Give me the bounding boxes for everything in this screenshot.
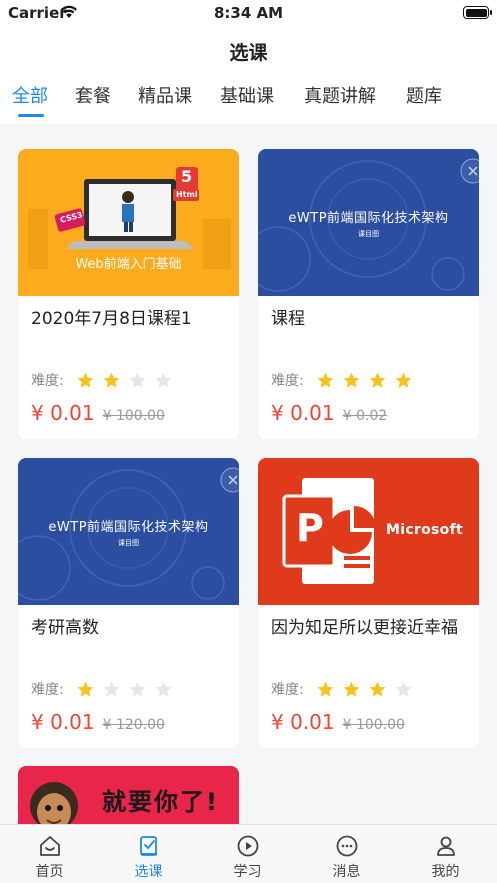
thumbnail-caption: Web前端入门基础 bbox=[75, 257, 182, 272]
star-empty-icon bbox=[155, 372, 172, 388]
course-thumbnail: eWTP前端国际化技术架构 课目图 bbox=[258, 149, 479, 296]
course-card[interactable]: 5 Html CSS3 Web前端入门基础 2020年7月8日课程1 难度: ¥… bbox=[18, 149, 239, 439]
course-price: ¥ 0.01 bbox=[271, 710, 335, 734]
course-original-price: ¥ 100.00 bbox=[102, 408, 165, 424]
thumbnail-caption: 就要你了! bbox=[102, 788, 219, 816]
course-price: ¥ 0.01 bbox=[31, 401, 95, 425]
difficulty-label: 难度: bbox=[31, 373, 64, 389]
course-thumbnail: eWTP前端国际化技术架构 课目图 bbox=[18, 458, 239, 605]
price-row: ¥ 0.01 ¥ 0.02 bbox=[271, 401, 387, 425]
price-row: ¥ 0.01 ¥ 100.00 bbox=[271, 710, 405, 734]
tab-premium[interactable]: 精品课 bbox=[138, 82, 192, 108]
star-filled-icon bbox=[103, 372, 120, 388]
star-filled-icon bbox=[369, 681, 386, 697]
html-badge-label: Html bbox=[176, 190, 198, 199]
course-grid: 5 Html CSS3 Web前端入门基础 2020年7月8日课程1 难度: ¥… bbox=[0, 124, 497, 824]
tab-active-indicator bbox=[18, 114, 44, 117]
user-icon bbox=[436, 836, 455, 856]
difficulty-label: 难度: bbox=[271, 373, 304, 389]
star-filled-icon bbox=[395, 372, 412, 388]
chat-bubble-icon bbox=[336, 835, 357, 857]
nav-messages[interactable]: 消息 bbox=[297, 825, 396, 883]
course-original-price: ¥ 0.02 bbox=[342, 408, 388, 424]
page-title: 选课 bbox=[229, 42, 268, 64]
tab-question-bank[interactable]: 题库 bbox=[406, 82, 442, 108]
course-title: 考研高数 bbox=[31, 618, 99, 638]
nav-profile[interactable]: 我的 bbox=[396, 825, 495, 883]
star-filled-icon bbox=[317, 681, 334, 697]
home-smile-icon bbox=[39, 836, 60, 856]
course-card[interactable]: eWTP前端国际化技术架构 课目图 课程 难度: ¥ 0.01 ¥ 0.02 bbox=[258, 149, 479, 439]
course-price: ¥ 0.01 bbox=[271, 401, 335, 425]
star-filled-icon bbox=[343, 372, 360, 388]
thumbnail-caption: eWTP前端国际化技术架构 bbox=[48, 520, 209, 535]
star-filled-icon bbox=[369, 372, 386, 388]
nav-home-label: 首页 bbox=[35, 864, 64, 880]
difficulty-rating: 难度: bbox=[271, 369, 420, 391]
course-thumbnail: 5 Html CSS3 Web前端入门基础 bbox=[18, 149, 239, 296]
thumbnail-caption: Microsoft bbox=[386, 522, 463, 538]
thumbnail-subcaption: 课目图 bbox=[358, 230, 379, 238]
star-filled-icon bbox=[317, 372, 334, 388]
difficulty-rating: 难度: bbox=[31, 369, 180, 391]
nav-home[interactable]: 首页 bbox=[0, 825, 99, 883]
category-tabs: 全部 套餐 精品课 基础课 真题讲解 题库 bbox=[0, 76, 497, 124]
difficulty-label: 难度: bbox=[31, 682, 64, 698]
status-time: 8:34 AM bbox=[213, 4, 284, 22]
star-filled-icon bbox=[77, 372, 94, 388]
html5-badge: 5 bbox=[181, 167, 193, 186]
course-select-icon bbox=[139, 836, 157, 856]
course-price: ¥ 0.01 bbox=[31, 710, 95, 734]
course-card[interactable]: eWTP前端国际化技术架构 课目图 考研高数 难度: ¥ 0.01 ¥ 120.… bbox=[18, 458, 239, 748]
course-card[interactable]: 就要你了! bbox=[18, 766, 239, 824]
battery-icon bbox=[463, 6, 492, 19]
star-empty-icon bbox=[395, 681, 412, 697]
star-empty-icon bbox=[129, 681, 146, 697]
course-card[interactable]: P Microsoft 因为知足所以更接近幸福 难度: ¥ 0.01 ¥ 100… bbox=[258, 458, 479, 748]
course-original-price: ¥ 100.00 bbox=[342, 717, 405, 733]
nav-study-label: 学习 bbox=[233, 864, 262, 880]
difficulty-rating: 难度: bbox=[31, 678, 180, 700]
tab-package[interactable]: 套餐 bbox=[75, 82, 111, 108]
nav-messages-label: 消息 bbox=[332, 864, 361, 880]
nav-study[interactable]: 学习 bbox=[198, 825, 297, 883]
thumbnail-subcaption: 课目图 bbox=[118, 539, 139, 547]
tab-all[interactable]: 全部 bbox=[12, 82, 48, 108]
star-filled-icon bbox=[77, 681, 94, 697]
nav-profile-label: 我的 bbox=[431, 864, 460, 880]
nav-courses-label: 选课 bbox=[134, 864, 163, 880]
status-bar: Carrier 8:34 AM bbox=[0, 0, 497, 26]
navigation-bar: 选课 bbox=[0, 26, 497, 76]
laptop-illustration bbox=[28, 167, 231, 269]
powerpoint-letter: P bbox=[296, 506, 324, 550]
thumbnail-caption: eWTP前端国际化技术架构 bbox=[288, 211, 449, 226]
price-row: ¥ 0.01 ¥ 100.00 bbox=[31, 401, 165, 425]
course-title: 因为知足所以更接近幸福 bbox=[271, 618, 458, 638]
star-empty-icon bbox=[129, 372, 146, 388]
star-filled-icon bbox=[343, 681, 360, 697]
difficulty-label: 难度: bbox=[271, 682, 304, 698]
nav-courses[interactable]: 选课 bbox=[99, 825, 198, 883]
bottom-tab-bar: 首页 选课 学习 消息 我的 bbox=[0, 824, 497, 883]
course-title: 2020年7月8日课程1 bbox=[31, 309, 192, 329]
course-original-price: ¥ 120.00 bbox=[102, 717, 165, 733]
course-title: 课程 bbox=[271, 309, 305, 329]
tab-basic[interactable]: 基础课 bbox=[220, 82, 274, 108]
star-empty-icon bbox=[103, 681, 120, 697]
tab-exam-explained[interactable]: 真题讲解 bbox=[304, 82, 376, 108]
star-empty-icon bbox=[155, 681, 172, 697]
course-thumbnail: P Microsoft bbox=[258, 458, 479, 605]
difficulty-rating: 难度: bbox=[271, 678, 420, 700]
course-thumbnail: 就要你了! bbox=[18, 766, 239, 824]
price-row: ¥ 0.01 ¥ 120.00 bbox=[31, 710, 165, 734]
play-circle-icon bbox=[237, 835, 258, 857]
